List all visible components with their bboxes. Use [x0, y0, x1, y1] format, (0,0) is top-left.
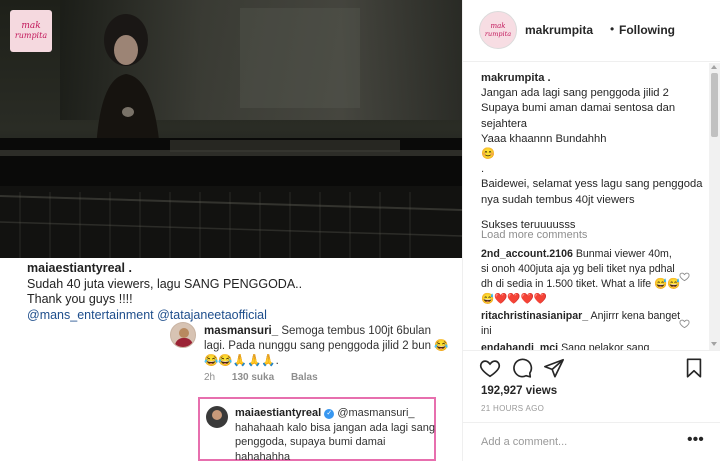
comment-username[interactable]: endahandi_mci: [481, 342, 558, 350]
action-bar: [463, 350, 720, 378]
scrollbar[interactable]: [709, 63, 720, 350]
post-caption: makrumpita . Jangan ada lagi sang penggo…: [481, 71, 703, 233]
caption-line2: Thank you guys !!!!: [27, 292, 133, 307]
caption-line: .: [481, 163, 485, 176]
heart-icon[interactable]: [679, 318, 690, 329]
caption-line: Jangan ada lagi sang penggoda jilid 2: [481, 87, 669, 100]
verified-badge-icon: ✓: [324, 409, 335, 419]
media-caption: maiaestiantyreal . Sudah 40 juta viewers…: [27, 261, 447, 323]
reply-link: Balas: [290, 372, 318, 383]
scroll-down-arrow-icon[interactable]: [711, 342, 717, 346]
comment-username: masmansuri_: [204, 325, 279, 337]
view-count[interactable]: 192,927 views: [481, 385, 557, 397]
follow-button[interactable]: Following: [619, 23, 675, 37]
heart-icon[interactable]: [679, 271, 690, 282]
comment-username[interactable]: ritachristinasianipar_: [481, 310, 588, 322]
caption-username: maiaestiantyreal .: [27, 261, 132, 275]
comment-composer: Add a comment... •••: [463, 422, 720, 461]
logo-text-line1: mak: [21, 21, 41, 31]
list-item: endahandi_mci Sang pelakor sang: [481, 341, 681, 350]
avatar: [206, 406, 228, 428]
header-separator: •: [610, 22, 615, 36]
scroll-up-arrow-icon[interactable]: [711, 65, 717, 69]
list-item: ritachristinasianipar_ Anjirrr kena bang…: [481, 309, 681, 339]
caption-username[interactable]: makrumpita .: [481, 71, 703, 86]
comment-likes: 130 suka: [231, 372, 275, 383]
post-media: mak rumpita maiaestiantyreal . Sudah 40 …: [0, 0, 462, 461]
post-timestamp: 21 HOURS AGO: [481, 404, 545, 413]
share-icon[interactable]: [543, 357, 565, 379]
post-header: mak rumpita makrumpita • Following: [463, 0, 720, 62]
comment-time: 2h: [204, 372, 216, 383]
caption-line: 😊: [481, 148, 495, 161]
video-player[interactable]: mak rumpita: [0, 0, 462, 258]
header-username[interactable]: makrumpita: [525, 23, 593, 37]
bookmark-icon[interactable]: [683, 357, 705, 379]
comment-text: Sang pelakor sang: [561, 342, 650, 350]
comment-icon[interactable]: [511, 357, 533, 379]
caption-line: Yaaa khaannn Bundahhh: [481, 132, 607, 145]
avatar[interactable]: mak rumpita: [479, 11, 517, 49]
scrollbar-thumb[interactable]: [711, 73, 718, 137]
caption-line: Baidewei, selamat yess lagu sang penggod…: [481, 178, 703, 206]
logo-text-line2: rumpita: [14, 31, 48, 40]
comment-input[interactable]: Add a comment...: [481, 436, 567, 448]
highlighted-reply: maiaestiantyreal ✓ @masmansuri_ hahahaah…: [198, 397, 436, 461]
reply-username: maiaestiantyreal: [235, 407, 322, 419]
avatar-text-line2: rumpita: [484, 30, 512, 38]
caption-mentions: @mans_entertainment @tatajaneetaofficial: [27, 307, 267, 322]
watermark-logo: mak rumpita: [10, 10, 52, 52]
avatar-text-line1: mak: [490, 22, 506, 30]
comment-username[interactable]: 2nd_account.2106: [481, 248, 573, 260]
more-options-icon[interactable]: •••: [687, 431, 704, 449]
post-sidebar: mak rumpita makrumpita • Following makru…: [462, 0, 720, 461]
load-more-comments-link[interactable]: Load more comments: [481, 229, 587, 241]
video-frame: [0, 0, 462, 258]
comments-list[interactable]: makrumpita . Jangan ada lagi sang penggo…: [463, 63, 709, 350]
list-item: 2nd_account.2106 Bunmai viewer 40m, si o…: [481, 247, 681, 307]
avatar: [170, 322, 196, 348]
caption-line1: Sudah 40 juta viewers, lagu SANG PENGGOD…: [27, 276, 303, 291]
like-heart-icon[interactable]: [479, 357, 501, 379]
caption-line: Supaya bumi aman damai sentosa dan sejah…: [481, 102, 676, 130]
